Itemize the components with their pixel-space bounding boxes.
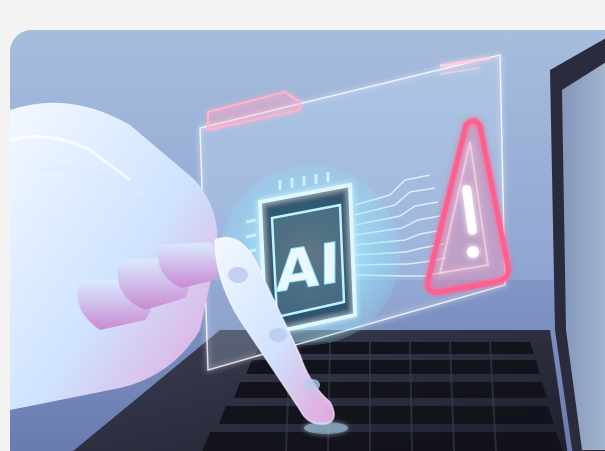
hero-image: AI xyxy=(10,30,605,451)
ai-robot-hand-laptop-illustration: AI xyxy=(10,30,605,451)
ai-chip-label: AI xyxy=(276,231,340,306)
page: AI xyxy=(0,0,605,451)
